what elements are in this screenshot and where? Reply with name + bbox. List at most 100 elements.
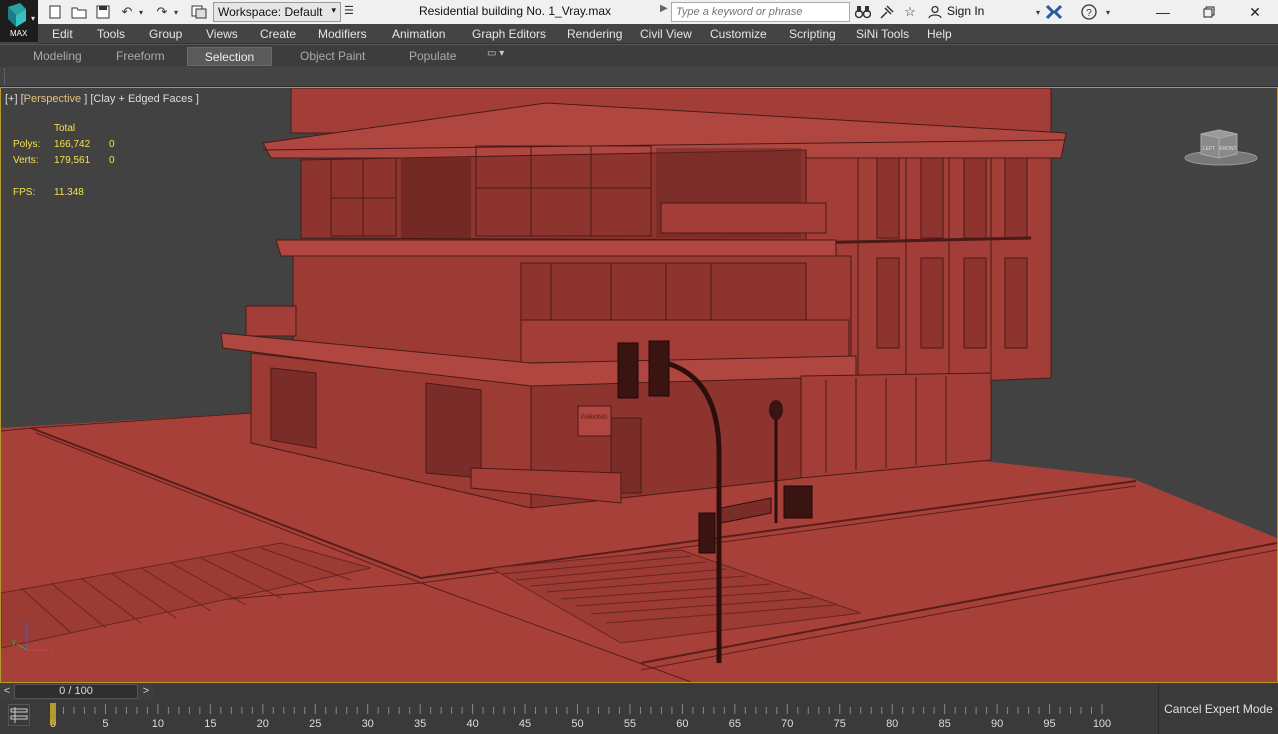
viewcube-icon[interactable]: LEFT FRONT: [1181, 124, 1261, 168]
track-bar: 0510152025303540455055606570758085909510…: [0, 700, 1158, 734]
viewport-view-label[interactable]: Perspective: [24, 93, 81, 105]
redo-dropdown-icon[interactable]: ▾: [171, 3, 181, 21]
timeline-tick-label: 90: [991, 718, 1003, 730]
menu-animation[interactable]: Animation: [392, 27, 445, 41]
scene-render: PARKING: [1, 88, 1277, 682]
tab-freeform[interactable]: Freeform: [108, 47, 173, 66]
menu-civil-view[interactable]: Civil View: [640, 27, 692, 41]
timeline-tick-label: 30: [362, 718, 374, 730]
menu-create[interactable]: Create: [260, 27, 296, 41]
menu-rendering[interactable]: Rendering: [567, 27, 622, 41]
favorites-star-icon[interactable]: ☆: [901, 3, 919, 21]
menu-views[interactable]: Views: [206, 27, 238, 41]
viewport-label[interactable]: [+] [Perspective ] [Clay + Edged Faces ]: [5, 93, 199, 105]
restore-icon[interactable]: [1186, 0, 1232, 24]
timeline-tick-label: 55: [624, 718, 636, 730]
workspace-menu-icon[interactable]: ☰: [344, 4, 356, 20]
stats-fps-label: FPS:: [13, 187, 36, 198]
help-dropdown-icon[interactable]: ▾: [1099, 3, 1117, 21]
cancel-expert-mode-button[interactable]: Cancel Expert Mode: [1158, 683, 1278, 734]
workspace-label: Workspace: Default: [218, 5, 323, 19]
stats-verts-selected: 0: [109, 155, 115, 166]
chevron-down-icon: ▾: [331, 5, 336, 15]
timeline-tick-label: 50: [571, 718, 583, 730]
menu-sini-tools[interactable]: SiNi Tools: [856, 27, 909, 41]
undo-icon[interactable]: ↶: [118, 3, 136, 21]
viewcube-left-label: LEFT: [1203, 146, 1215, 152]
workspace-selector[interactable]: Workspace: Default ▾: [213, 2, 341, 22]
axis-z-label: z: [25, 620, 29, 629]
document-title: Residential building No. 1_Vray.max: [418, 4, 612, 18]
time-slider: < 0 / 100 >: [0, 683, 1278, 700]
timeline-tick-label: 35: [414, 718, 426, 730]
trash-bin: [783, 485, 813, 519]
ribbon-panel: [0, 67, 1278, 87]
ribbon-tabs: Modeling Freeform Selection Object Paint…: [0, 44, 1278, 67]
tab-modeling[interactable]: Modeling: [25, 47, 90, 66]
redo-icon[interactable]: ↷: [153, 3, 171, 21]
time-slider-thumb[interactable]: 0 / 100: [14, 684, 138, 699]
next-frame-icon[interactable]: >: [139, 683, 153, 700]
track-bar-menu-icon[interactable]: [8, 704, 30, 726]
axis-y-label: y: [12, 637, 16, 646]
tab-populate[interactable]: Populate: [401, 47, 464, 66]
user-icon: [926, 3, 944, 21]
timeline-ruler[interactable]: 0510152025303540455055606570758085909510…: [48, 702, 1158, 732]
perspective-viewport[interactable]: PARKING [+] [Perspective ] [Clay + Edged…: [0, 87, 1278, 683]
stats-total-label: Total: [54, 123, 76, 134]
tab-selection[interactable]: Selection: [187, 47, 272, 66]
menu-help[interactable]: Help: [927, 27, 952, 41]
binoculars-icon[interactable]: [854, 3, 872, 21]
svg-text:?: ?: [1086, 8, 1092, 19]
chevron-down-icon: ▾: [30, 14, 35, 23]
new-file-icon[interactable]: [46, 3, 64, 21]
timeline-tick-label: 60: [676, 718, 688, 730]
menu-customize[interactable]: Customize: [710, 27, 767, 41]
ribbon-grip-icon[interactable]: [4, 69, 8, 85]
parking-sign-text: PARKING: [581, 415, 608, 421]
help-icon[interactable]: ?: [1080, 3, 1098, 21]
expand-search-icon[interactable]: ▶: [660, 3, 668, 14]
menu-graph-editors[interactable]: Graph Editors: [472, 27, 546, 41]
close-icon[interactable]: ✕: [1232, 0, 1278, 24]
logo-text: MAX: [10, 29, 28, 38]
communication-center-icon[interactable]: [878, 3, 896, 21]
max-logo-icon: [8, 3, 26, 27]
undo-dropdown-icon[interactable]: ▾: [136, 3, 146, 21]
timeline-tick-label: 95: [1043, 718, 1055, 730]
app-logo-menu[interactable]: MAX ▾: [0, 0, 38, 42]
sign-in-button[interactable]: Sign In: [947, 4, 984, 18]
tab-object-paint[interactable]: Object Paint: [292, 47, 373, 66]
stats-polys-label: Polys:: [13, 139, 41, 150]
timeline-tick-label: 65: [729, 718, 741, 730]
axis-x-label: x: [49, 646, 53, 655]
menu-scripting[interactable]: Scripting: [789, 27, 836, 41]
time-slider-track[interactable]: [153, 683, 1158, 700]
exchange-apps-icon[interactable]: [1045, 3, 1063, 21]
timeline-tick-label: 25: [309, 718, 321, 730]
stats-polys-selected: 0: [109, 139, 115, 150]
menu-tools[interactable]: Tools: [97, 27, 125, 41]
timeline-tick-label: 85: [939, 718, 951, 730]
viewport-menu-plus[interactable]: [+]: [5, 93, 18, 105]
viewport-shading-label[interactable]: [Clay + Edged Faces ]: [90, 93, 199, 105]
current-frame-marker[interactable]: [50, 703, 56, 725]
menu-edit[interactable]: Edit: [52, 27, 73, 41]
project-folder-icon[interactable]: [190, 3, 208, 21]
minimize-icon[interactable]: —: [1140, 0, 1186, 24]
save-file-icon[interactable]: [94, 3, 112, 21]
timeline-tick-label: 15: [204, 718, 216, 730]
timeline-tick-label: 45: [519, 718, 531, 730]
open-file-icon[interactable]: [70, 3, 88, 21]
timeline-tick-label: 100: [1093, 718, 1111, 730]
timeline-tick-label: 75: [834, 718, 846, 730]
timeline-tick-label: 5: [102, 718, 108, 730]
ribbon-toggle-icon[interactable]: ▭ ▾: [487, 48, 504, 59]
previous-frame-icon[interactable]: <: [0, 683, 14, 700]
timeline-tick-label: 10: [152, 718, 164, 730]
stats-polys-total: 166,742: [54, 139, 91, 150]
search-input[interactable]: [671, 2, 850, 22]
menu-group[interactable]: Group: [149, 27, 182, 41]
axis-tripod-icon: x y z: [12, 620, 53, 655]
menu-modifiers[interactable]: Modifiers: [318, 27, 367, 41]
